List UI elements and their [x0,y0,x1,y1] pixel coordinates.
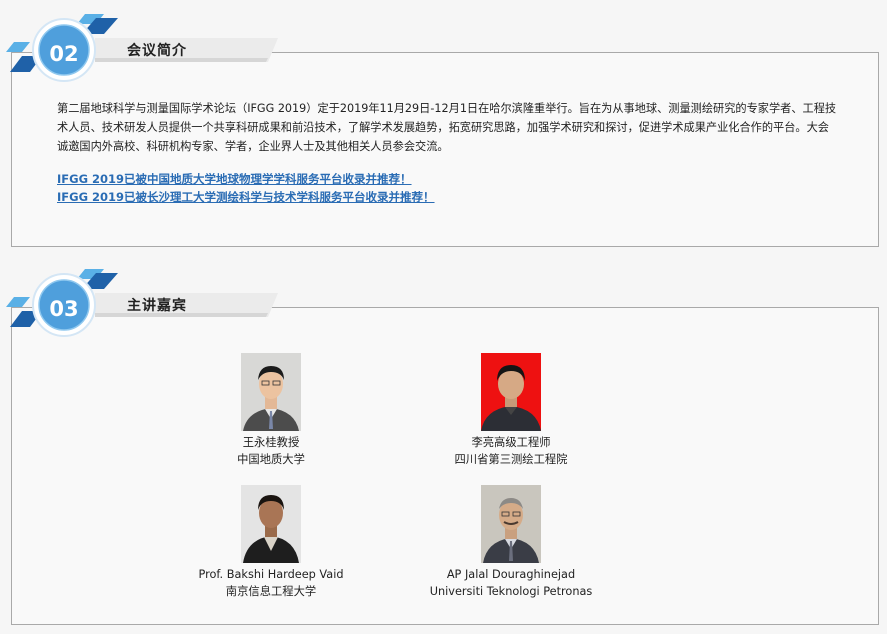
section-header: 02 会议简介 [0,12,290,82]
section-title: 会议简介 [127,43,187,59]
speaker-photo [481,353,541,431]
section-header: 03 主讲嘉宾 [0,267,290,337]
speaker-photo [241,485,301,563]
speaker-card: 李亮高级工程师 四川省第三测绘工程院 [391,353,631,468]
speaker-card: AP Jalal Douraghinejad Universiti Teknol… [391,485,631,600]
speaker-org: 中国地质大学 [237,453,305,466]
speaker-card: Prof. Bakshi Hardeep Vaid 南京信息工程大学 [151,485,391,600]
speaker-org: 南京信息工程大学 [225,585,317,598]
intro-paragraph: 第二届地球科学与测量国际学术论坛（IFGG 2019）定于2019年11月29日… [57,102,837,153]
section-number: 02 [49,42,79,66]
speaker-photo [481,485,541,563]
link-csust-platform[interactable]: IFGG 2019已被长沙理工大学测绘科学与技术学科服务平台收录并推荐！ [57,189,435,205]
speaker-name: AP Jalal Douraghinejad [446,568,576,581]
speaker-name: 李亮高级工程师 [471,436,551,449]
speaker-org: Universiti Teknologi Petronas [429,585,593,598]
speaker-name: Prof. Bakshi Hardeep Vaid [198,568,344,581]
section-number: 03 [49,297,79,321]
speaker-name: 王永桂教授 [242,436,300,449]
speaker-card: 王永桂教授 中国地质大学 [151,353,391,468]
speaker-org: 四川省第三测绘工程院 [454,453,568,466]
speaker-photo [241,353,301,431]
link-cug-platform[interactable]: IFGG 2019已被中国地质大学地球物理学学科服务平台收录并推荐！ [57,171,412,187]
section-title: 主讲嘉宾 [127,298,187,314]
